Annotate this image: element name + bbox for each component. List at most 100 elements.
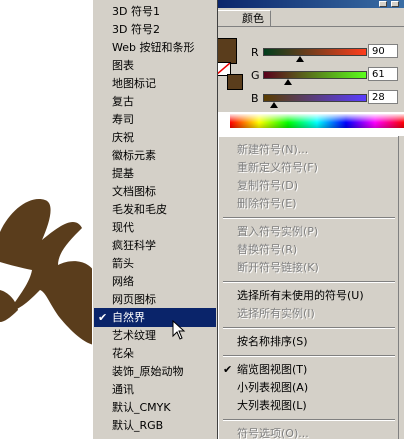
library-item[interactable]: 地图标记: [94, 74, 216, 93]
library-item-label: 默认_CMYK: [112, 401, 171, 414]
library-item-label: 复古: [112, 95, 134, 108]
library-item[interactable]: 提基: [94, 164, 216, 183]
library-item[interactable]: 花朵: [94, 344, 216, 363]
menu-item: 新建符号(N)...: [219, 141, 399, 159]
library-item-label: 3D 符号2: [112, 23, 160, 36]
menu-item-label: 新建符号(N)...: [237, 143, 309, 156]
brush-stroke-artwork-2: [0, 290, 18, 322]
close-button[interactable]: [391, 1, 399, 7]
menu-item: 删除符号(E): [219, 195, 399, 213]
library-item-label: 文档图标: [112, 185, 156, 198]
menu-item[interactable]: 选择所有未使用的符号(U): [219, 287, 399, 305]
menu-item: 符号选项(O)...: [219, 425, 399, 443]
menu-item-label: 符号选项(O)...: [237, 427, 309, 440]
library-item[interactable]: 复古: [94, 92, 216, 111]
library-item-label: 毛发和毛皮: [112, 203, 167, 216]
library-item[interactable]: 徽标元素: [94, 146, 216, 165]
menu-item[interactable]: 小列表视图(A): [219, 379, 399, 397]
fill-swatch[interactable]: [215, 38, 237, 64]
menu-item[interactable]: 大列表视图(L): [219, 397, 399, 415]
menu-item-label: 按名称排序(S): [237, 335, 308, 348]
color-panel: 颜色 R 90 G 61 B 28: [212, 0, 404, 112]
menu-item-label: 大列表视图(L): [237, 399, 307, 412]
library-item[interactable]: 箭头: [94, 254, 216, 273]
library-item[interactable]: 庆祝: [94, 128, 216, 147]
channel-b-thumb[interactable]: [270, 102, 279, 108]
channel-r-value[interactable]: 90: [368, 44, 398, 58]
library-item[interactable]: 网络: [94, 272, 216, 291]
menu-item-label: 替换符号(R): [237, 243, 298, 256]
menu-item-label: 断开符号链接(K): [237, 261, 319, 274]
library-item-label: 网页图标: [112, 293, 156, 306]
library-item-label: 自然界: [112, 311, 145, 324]
menu-item[interactable]: 按名称排序(S): [219, 333, 399, 351]
tab-color-label: 颜色: [242, 12, 264, 25]
library-item-label: 寿司: [112, 113, 134, 126]
channel-g-thumb[interactable]: [283, 79, 292, 85]
library-item[interactable]: 默认_CMYK: [94, 398, 216, 417]
menu-item[interactable]: ✔ 缩览图视图(T): [219, 361, 399, 379]
library-item[interactable]: ✔ 自然界: [94, 308, 216, 327]
library-item-label: 图表: [112, 59, 134, 72]
tab-divider: [213, 26, 404, 27]
menu-item: 复制符号(D): [219, 177, 399, 195]
library-item[interactable]: 3D 符号1: [94, 2, 216, 21]
stroke-swatch[interactable]: [227, 74, 243, 90]
menu-separator: [223, 327, 395, 329]
menu-item: 断开符号链接(K): [219, 259, 399, 277]
library-item-label: 3D 符号1: [112, 5, 160, 18]
library-item[interactable]: 3D 符号2: [94, 20, 216, 39]
channel-g-label: G: [251, 69, 260, 82]
menu-item: 选择所有实例(I): [219, 305, 399, 323]
library-item-label: 疯狂科学: [112, 239, 156, 252]
menu-item-label: 选择所有未使用的符号(U): [237, 289, 364, 302]
color-spectrum-bar[interactable]: [230, 114, 404, 128]
library-item[interactable]: 文档图标: [94, 182, 216, 201]
channel-r-slider[interactable]: [263, 48, 367, 56]
library-item-label: 现代: [112, 221, 134, 234]
checkmark-icon: ✔: [223, 363, 233, 376]
channel-g-slider[interactable]: [263, 71, 367, 79]
brush-stroke-artwork: [0, 199, 96, 345]
library-item[interactable]: 寿司: [94, 110, 216, 129]
menu-item-label: 置入符号实例(P): [237, 225, 319, 238]
color-panel-titlebar[interactable]: [213, 0, 404, 8]
library-item[interactable]: 通讯: [94, 380, 216, 399]
library-item[interactable]: 现代: [94, 218, 216, 237]
library-item[interactable]: 艺术纹理: [94, 326, 216, 345]
library-item[interactable]: Web 按钮和条形: [94, 38, 216, 57]
library-item[interactable]: 毛发和毛皮: [94, 200, 216, 219]
tab-color[interactable]: 颜色: [215, 10, 271, 26]
menu-separator: [223, 281, 395, 283]
menu-item-label: 选择所有实例(I): [237, 307, 315, 320]
library-item-label: 装饰_原始动物: [112, 365, 184, 378]
panel-edge: [398, 136, 404, 439]
symbol-panel-menu: 新建符号(N)... 重新定义符号(F) 复制符号(D) 删除符号(E) 置入符号实例(…: [218, 136, 404, 440]
library-item-label: 默认_RGB: [112, 419, 164, 432]
channel-g-value[interactable]: 61: [368, 67, 398, 81]
menu-item: 置入符号实例(P): [219, 223, 399, 241]
library-item-label: 地图标记: [112, 77, 156, 90]
library-item-label: 通讯: [112, 383, 134, 396]
channel-r-thumb[interactable]: [295, 56, 304, 62]
menu-item-label: 缩览图视图(T): [237, 363, 308, 376]
menu-separator: [223, 419, 395, 421]
library-item[interactable]: 装饰_原始动物: [94, 362, 216, 381]
library-item-label: 箭头: [112, 257, 134, 270]
checkmark-icon: ✔: [98, 311, 108, 324]
channel-b-slider[interactable]: [263, 94, 367, 102]
library-item-label: 花朵: [112, 347, 134, 360]
menu-item-label: 重新定义符号(F): [237, 161, 318, 174]
minimize-button[interactable]: [379, 1, 387, 7]
library-item[interactable]: 默认_RGB: [94, 416, 216, 435]
menu-item: 替换符号(R): [219, 241, 399, 259]
library-item[interactable]: 疯狂科学: [94, 236, 216, 255]
library-item-label: Web 按钮和条形: [112, 41, 195, 54]
menu-separator: [223, 355, 395, 357]
library-item[interactable]: 图表: [94, 56, 216, 75]
library-item-label: 徽标元素: [112, 149, 156, 162]
library-item[interactable]: 网页图标: [94, 290, 216, 309]
menu-item-label: 删除符号(E): [237, 197, 297, 210]
channel-b-label: B: [251, 92, 259, 105]
channel-b-value[interactable]: 28: [368, 90, 398, 104]
